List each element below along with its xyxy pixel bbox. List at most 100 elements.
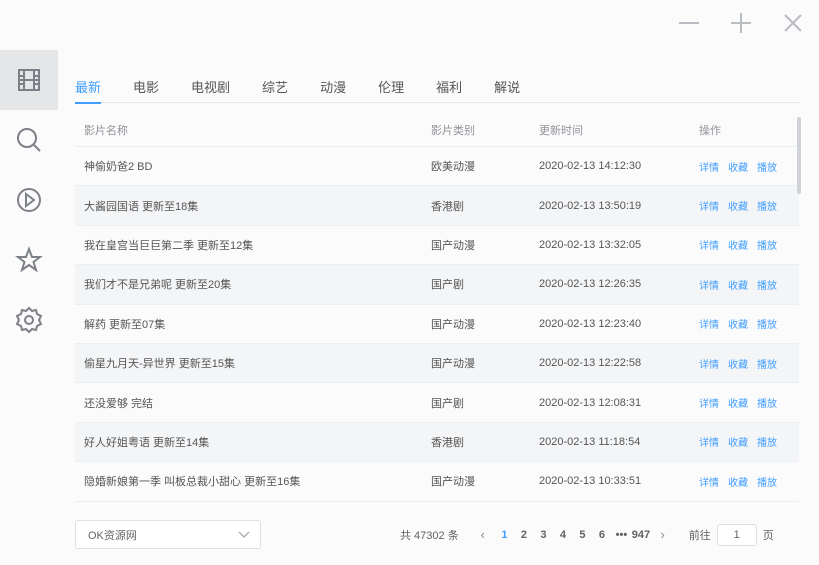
page-number[interactable]: 4	[553, 529, 573, 541]
favorite-button[interactable]: 收藏	[728, 237, 748, 252]
chevron-down-icon	[238, 530, 250, 543]
film-type: 国产剧	[431, 397, 464, 410]
favorite-button[interactable]: 收藏	[728, 277, 748, 292]
plus-icon	[731, 13, 751, 33]
star-icon	[15, 246, 43, 273]
favorite-button[interactable]: 收藏	[728, 434, 748, 449]
detail-button[interactable]: 详情	[699, 434, 719, 449]
play-button[interactable]: 播放	[757, 159, 777, 174]
play-button[interactable]: 播放	[757, 434, 777, 449]
play-button[interactable]: 播放	[757, 395, 777, 410]
window-controls	[675, 8, 807, 36]
page-number[interactable]: 947	[631, 529, 651, 541]
play-button[interactable]: 播放	[757, 474, 777, 489]
table-row[interactable]: 还没爱够 完结 国产剧 2020-02-13 12:08:31 详情 收藏 播放	[75, 383, 799, 423]
film-update-time: 2020-02-13 13:50:19	[539, 199, 642, 212]
next-page-button[interactable]: ›	[655, 527, 671, 542]
play-button[interactable]: 播放	[757, 356, 777, 371]
tab-4[interactable]: 动漫	[320, 74, 346, 103]
pagination: 共 47302 条 ‹ 123456•••947 › 前往 页	[400, 520, 774, 549]
header-type: 影片类别	[431, 125, 475, 137]
page-list: 1 2 3 4 5 6 ••• 947	[495, 529, 651, 541]
sidebar-item-settings[interactable]	[0, 290, 58, 350]
table-row[interactable]: 隐婚新娘第一季 叫板总裁小甜心 更新至16集 国产动漫 2020-02-13 10:…	[75, 462, 799, 502]
film-name: 我在皇宫当巨巨第二季 更新至12集	[84, 239, 254, 252]
tab-2[interactable]: 电视剧	[191, 74, 230, 103]
table-row[interactable]: 大酱园国语 更新至18集 香港剧 2020-02-13 13:50:19 详情 收藏 播放	[75, 186, 799, 226]
header-ops: 操作	[699, 125, 721, 137]
sidebar-item-search[interactable]	[0, 110, 58, 170]
film-update-time: 2020-02-13 13:32:05	[539, 238, 642, 251]
film-type: 国产剧	[431, 279, 464, 292]
tab-3[interactable]: 综艺	[262, 74, 288, 103]
search-icon	[17, 128, 41, 152]
page-number[interactable]: 2	[514, 529, 534, 541]
film-type: 国产动漫	[431, 318, 475, 331]
row-actions: 详情 收藏 播放	[689, 474, 799, 489]
play-button[interactable]: 播放	[757, 277, 777, 292]
tab-5[interactable]: 伦理	[378, 74, 404, 103]
goto-page-input[interactable]	[716, 523, 757, 546]
detail-button[interactable]: 详情	[699, 316, 719, 331]
maximize-button[interactable]	[727, 8, 755, 36]
detail-button[interactable]: 详情	[699, 356, 719, 371]
favorite-button[interactable]: 收藏	[728, 474, 748, 489]
detail-button[interactable]: 详情	[699, 198, 719, 213]
page-number[interactable]: 6	[592, 529, 612, 541]
table-body: 神偷奶爸2 BD 欧美动漫 2020-02-13 14:12:30 详情 收藏 播放 大酱园…	[75, 147, 799, 502]
play-button[interactable]: 播放	[757, 198, 777, 213]
minimize-button[interactable]	[675, 8, 703, 36]
sidebar-item-favorites[interactable]	[0, 230, 58, 290]
goto-label: 前往	[688, 529, 711, 542]
favorite-button[interactable]: 收藏	[728, 198, 748, 213]
favorite-button[interactable]: 收藏	[728, 395, 748, 410]
source-select[interactable]: OK资源网	[75, 520, 261, 549]
favorite-button[interactable]: 收藏	[728, 159, 748, 174]
film-name: 好人好姐粤语 更新至14集	[84, 436, 210, 449]
play-button[interactable]: 播放	[757, 237, 777, 252]
row-actions: 详情 收藏 播放	[689, 434, 799, 449]
detail-button[interactable]: 详情	[699, 395, 719, 410]
table-row[interactable]: 偷星九月天-异世界 更新至15集 国产动漫 2020-02-13 12:22:58 详…	[75, 343, 799, 384]
film-type: 欧美动漫	[431, 161, 475, 174]
table-header: 影片名称 影片类别 更新时间 操作	[75, 114, 799, 147]
table-row[interactable]: 好人好姐粤语 更新至14集 香港剧 2020-02-13 11:18:54 详情 收藏播…	[75, 422, 799, 463]
sidebar-item-films[interactable]	[0, 50, 58, 110]
sidebar-item-play[interactable]	[0, 170, 58, 230]
play-button[interactable]: 播放	[757, 316, 777, 331]
tab-7[interactable]: 解说	[494, 74, 520, 103]
film-update-time: 2020-02-13 10:33:51	[539, 475, 642, 488]
page-number[interactable]: 1	[495, 529, 515, 541]
page-number[interactable]: 3	[534, 529, 554, 541]
table-row[interactable]: 解药 更新至07集 国产动漫 2020-02-13 12:23:40 详情 收藏 播放	[75, 305, 799, 344]
film-name: 偷星九月天-异世界 更新至15集	[84, 358, 235, 371]
table-row[interactable]: 我们才不是兄弟呢 更新至20集 国产剧 2020-02-13 12:26:35 详情收…	[75, 265, 799, 305]
detail-button[interactable]: 详情	[699, 237, 719, 252]
film-name: 还没爱够 完结	[84, 397, 154, 410]
table-row[interactable]: 神偷奶爸2 BD 欧美动漫 2020-02-13 14:12:30 详情 收藏 播放	[75, 147, 799, 187]
total-count: 共 47302 条	[400, 529, 459, 542]
favorite-button[interactable]: 收藏	[728, 356, 748, 371]
page-number[interactable]: 5	[573, 529, 593, 541]
detail-button[interactable]: 详情	[699, 159, 719, 174]
row-actions: 详情 收藏 播放	[689, 198, 799, 213]
prev-page-button[interactable]: ‹	[475, 527, 491, 542]
row-actions: 详情 收藏 播放	[689, 356, 799, 371]
row-actions: 详情 收藏 播放	[689, 159, 799, 174]
film-update-time: 2020-02-13 12:23:40	[539, 317, 642, 330]
film-name: 神偷奶爸2 BD	[84, 161, 153, 174]
table-row[interactable]: 我在皇宫当巨巨第二季 更新至12集 国产动漫 2020-02-13 13:32:05…	[75, 226, 799, 266]
film-type: 国产动漫	[431, 358, 475, 371]
detail-button[interactable]: 详情	[699, 474, 719, 489]
play-icon	[17, 188, 41, 212]
tab-1[interactable]: 电影	[133, 74, 159, 103]
header-time: 更新时间	[539, 125, 583, 137]
page-ellipsis[interactable]: •••	[612, 529, 632, 541]
tab-0[interactable]: 最新	[75, 74, 102, 104]
detail-button[interactable]: 详情	[699, 277, 719, 292]
film-name: 解药 更新至07集	[84, 318, 166, 331]
tab-6[interactable]: 福利	[436, 74, 462, 103]
table-scrollbar[interactable]	[797, 117, 801, 194]
close-button[interactable]	[779, 8, 807, 36]
favorite-button[interactable]: 收藏	[728, 316, 748, 331]
